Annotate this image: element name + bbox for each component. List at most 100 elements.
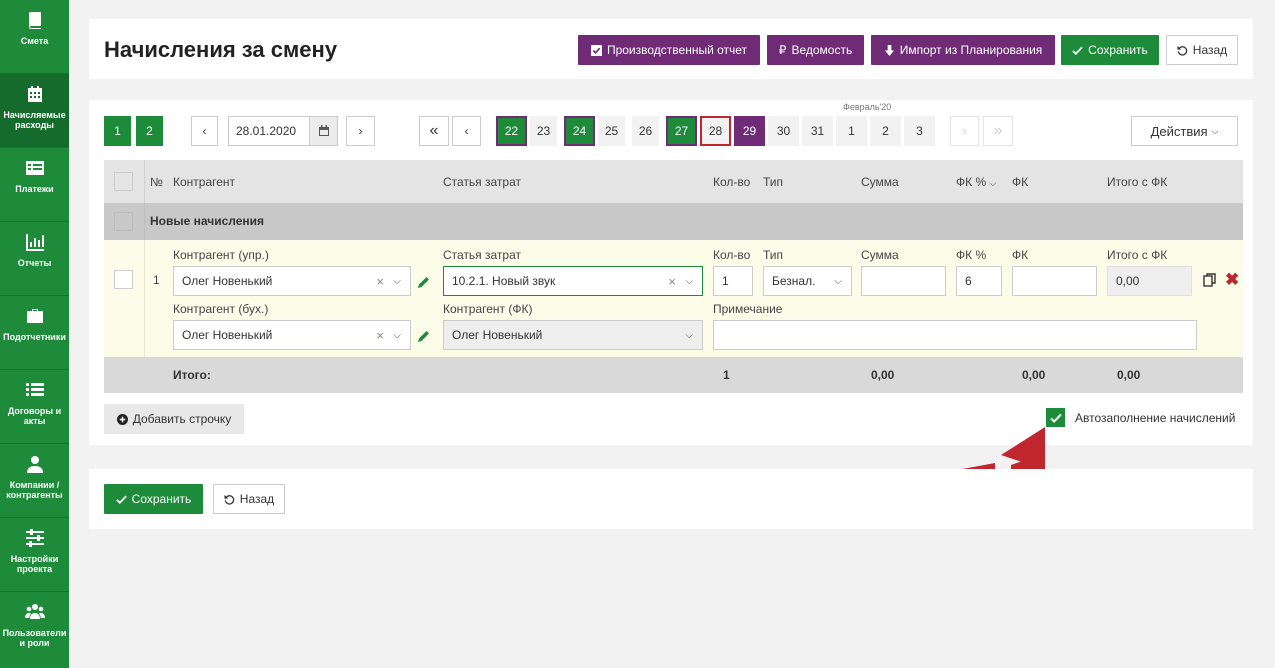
contractor-fk-label: Контрагент (ФК) (443, 302, 533, 316)
table-header: № Контрагент Статья затрат Кол-во Тип Су… (104, 160, 1243, 203)
actions-dropdown[interactable]: Действия ⌵ (1131, 116, 1238, 146)
chevron-down-icon: ⌵ (393, 275, 401, 287)
col-total-fk: Итого с ФК (1107, 175, 1168, 189)
clear-icon[interactable]: × (376, 274, 384, 289)
qty-input[interactable]: 1 (713, 266, 753, 296)
day-cell[interactable]: 3 (904, 116, 935, 146)
import-planning-button[interactable]: Импорт из Планирования (871, 35, 1055, 65)
day-cell[interactable]: 1 (836, 116, 867, 146)
calendar-icon (25, 84, 45, 104)
sidebar-item-label: Подотчетники (3, 332, 66, 342)
delete-icon[interactable]: ✖ (1225, 270, 1239, 290)
day-cell[interactable]: 23 (530, 116, 557, 146)
sidebar-item-payments[interactable]: Платежи (0, 148, 69, 222)
sidebar-item-users[interactable]: Пользователи и роли (0, 592, 69, 668)
day-cell[interactable]: 29 (734, 116, 765, 146)
day-cell[interactable]: 31 (802, 116, 833, 146)
type-label: Тип (763, 248, 784, 262)
sum-input[interactable] (861, 266, 946, 296)
day-cell[interactable]: 22 (496, 116, 527, 146)
prev-date-button[interactable]: ‹ (191, 116, 218, 146)
row-checkbox[interactable] (114, 270, 133, 289)
save-button[interactable]: Сохранить (1061, 35, 1159, 65)
col-type: Тип (763, 175, 784, 189)
contractor-mgmt-label: Контрагент (упр.) (173, 248, 269, 262)
check-icon (1072, 46, 1083, 55)
undo-icon (224, 494, 234, 505)
note-input[interactable] (713, 320, 1197, 350)
col-fk: ФК (1012, 175, 1029, 189)
date-field[interactable]: 28.01.2020 (228, 116, 338, 146)
col-cost-item: Статья затрат (443, 175, 522, 189)
chevron-down-icon: ⌵ (685, 329, 693, 341)
sidebar-item-reports[interactable]: Отчеты (0, 222, 69, 296)
cost-item-select[interactable]: 10.2.1. Новый звук × ⌵ (443, 266, 703, 296)
select-all-checkbox[interactable] (114, 172, 133, 191)
sidebar-item-label: Договоры и акты (7, 406, 62, 426)
day-cell[interactable]: 25 (598, 116, 625, 146)
add-row-button[interactable]: Добавить строчку (104, 404, 244, 434)
sidebar: Смета Начисляемые расходы Платежи Отчеты… (0, 0, 69, 668)
col-fk-pct[interactable]: ФК % ⌵ (956, 175, 996, 189)
fk-pct-input[interactable]: 6 (956, 266, 1002, 296)
contractor-fk-select[interactable]: Олег Новенький ⌵ (443, 320, 703, 350)
statement-button[interactable]: ₽ Ведомость (767, 35, 864, 65)
clear-icon[interactable]: × (376, 328, 384, 343)
chevron-down-icon: ⌵ (989, 178, 997, 188)
first-page-button[interactable]: « (419, 116, 449, 146)
last-page-button[interactable]: » (983, 116, 1013, 146)
clear-icon[interactable]: × (668, 274, 676, 289)
totals-sum: 0,00 (871, 368, 895, 382)
edit-icon[interactable] (418, 330, 430, 342)
sidebar-item-label: Настройки проекта (10, 554, 59, 574)
month-label: Февраль'20 (843, 102, 892, 112)
footer-actions: Сохранить Назад (89, 469, 1253, 529)
copy-icon[interactable] (1203, 273, 1217, 287)
sidebar-item-contracts[interactable]: Договоры и акты (0, 370, 69, 444)
calendar-icon[interactable] (309, 117, 337, 145)
group-label: Новые начисления (150, 214, 265, 228)
table-row: 1 Контрагент (упр.) Олег Новенький × ⌵ С… (104, 240, 1243, 357)
cost-item-label: Статья затрат (443, 248, 522, 262)
day-cell[interactable]: 27 (666, 116, 697, 146)
type-select[interactable]: Безнал. ⌵ (763, 266, 852, 296)
sidebar-item-label: Смета (20, 36, 49, 46)
day-cell[interactable]: 24 (564, 116, 595, 146)
day-cell-selected[interactable]: 28 (700, 116, 731, 146)
sidebar-item-label: Отчеты (17, 258, 52, 268)
undo-icon (1177, 45, 1187, 56)
back-button[interactable]: Назад (213, 484, 285, 514)
day-cell[interactable]: 30 (768, 116, 799, 146)
users-icon (24, 602, 45, 622)
fk-input[interactable] (1012, 266, 1097, 296)
autofill-toggle[interactable]: Автозаполнение начислений (1046, 408, 1235, 427)
edit-icon[interactable] (418, 276, 430, 288)
row-number: 1 (153, 273, 160, 287)
col-sum: Сумма (861, 175, 899, 189)
chevron-down-icon: ⌵ (1211, 125, 1219, 136)
contractor-acc-select[interactable]: Олег Новенький × ⌵ (173, 320, 411, 350)
prev-page-button[interactable]: ‹ (452, 116, 481, 146)
day-cell[interactable]: 26 (632, 116, 659, 146)
sidebar-item-project-settings[interactable]: Настройки проекта (0, 518, 69, 592)
page-title: Начисления за смену (104, 37, 338, 62)
plus-circle-icon (116, 413, 128, 425)
ruble-icon: ₽ (778, 43, 787, 57)
next-page-button[interactable]: › (950, 116, 979, 146)
group-checkbox[interactable] (114, 212, 133, 231)
production-report-button[interactable]: Производственный отчет (578, 35, 760, 65)
day-cell[interactable]: 2 (870, 116, 901, 146)
save-button[interactable]: Сохранить (104, 484, 203, 514)
sidebar-item-label: Начисляемые расходы (3, 110, 66, 130)
sidebar-item-estimate[interactable]: Смета (0, 0, 69, 74)
back-button[interactable]: Назад (1166, 35, 1238, 65)
page-2-button[interactable]: 2 (136, 116, 163, 146)
page-1-button[interactable]: 1 (104, 116, 131, 146)
sidebar-item-companies[interactable]: Компании / контрагенты (0, 444, 69, 518)
sidebar-item-accrued-expenses[interactable]: Начисляемые расходы (0, 74, 69, 148)
sidebar-item-accountable[interactable]: Подотчетники (0, 296, 69, 370)
totals-qty: 1 (723, 368, 730, 382)
next-date-button[interactable]: › (346, 116, 375, 146)
contractor-mgmt-select[interactable]: Олег Новенький × ⌵ (173, 266, 411, 296)
total-fk-field: 0,00 (1107, 266, 1192, 296)
